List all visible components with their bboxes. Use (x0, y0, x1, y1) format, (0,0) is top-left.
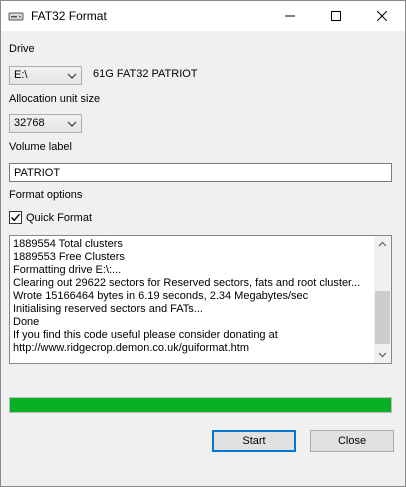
maximize-icon (331, 11, 341, 21)
volume-label-input[interactable] (9, 163, 392, 182)
close-window-button[interactable] (359, 1, 405, 31)
log-line: http://www.ridgecrop.demon.co.uk/guiform… (13, 342, 249, 354)
progress-fill (10, 398, 391, 412)
scroll-thumb[interactable] (375, 291, 390, 344)
allocation-select-value: 32768 (14, 117, 45, 129)
minimize-icon (285, 15, 295, 17)
close-icon (377, 11, 387, 21)
maximize-button[interactable] (313, 1, 359, 31)
start-button[interactable]: Start (212, 430, 296, 452)
log-line: If you find this code useful please cons… (13, 329, 278, 341)
log-scrollbar[interactable] (374, 236, 391, 363)
log-line: 1889554 Total clusters (13, 238, 123, 250)
log-line: Formatting drive E:\:... (13, 264, 122, 276)
close-button[interactable]: Close (310, 430, 394, 452)
minimize-button[interactable] (267, 1, 313, 31)
chevron-down-icon (66, 70, 78, 82)
log-line: Clearing out 29622 sectors for Reserved … (13, 277, 361, 289)
chevron-down-icon (66, 118, 78, 130)
window-title: FAT32 Format (31, 9, 107, 23)
log-line: Wrote 15166464 bytes in 6.19 seconds, 2.… (13, 290, 309, 302)
drive-select-value: E:\ (14, 69, 28, 81)
drive-description: 61G FAT32 PATRIOT (93, 68, 198, 80)
quick-format-label[interactable]: Quick Format (26, 212, 92, 224)
format-progress-bar (9, 397, 392, 413)
format-options-label: Format options (9, 189, 83, 201)
status-log-lines: 1889554 Total clusters 1889553 Free Clus… (13, 238, 375, 355)
log-line: Done (13, 316, 40, 328)
log-line: Initialising reserved sectors and FATs..… (13, 303, 203, 315)
scroll-down-arrow-icon (378, 352, 387, 358)
title-bar[interactable]: FAT32 Format (1, 1, 405, 31)
check-icon (10, 213, 21, 222)
quick-format-checkbox[interactable] (9, 211, 22, 224)
volume-label-label: Volume label (9, 141, 72, 153)
scroll-up-button[interactable] (374, 236, 391, 253)
drive-icon (8, 8, 24, 24)
log-line: 1889553 Free Clusters (13, 251, 125, 263)
allocation-unit-size-label: Allocation unit size (9, 93, 101, 105)
allocation-unit-size-select[interactable]: 32768 (9, 114, 82, 133)
drive-select[interactable]: E:\ (9, 66, 82, 85)
status-log[interactable]: 1889554 Total clusters 1889553 Free Clus… (9, 235, 392, 364)
fat32-format-window: FAT32 Format Drive E:\ 61G FAT32 PATRIOT… (0, 0, 406, 487)
scroll-up-arrow-icon (378, 241, 387, 247)
drive-label: Drive (9, 43, 35, 55)
scroll-down-button[interactable] (374, 346, 391, 363)
